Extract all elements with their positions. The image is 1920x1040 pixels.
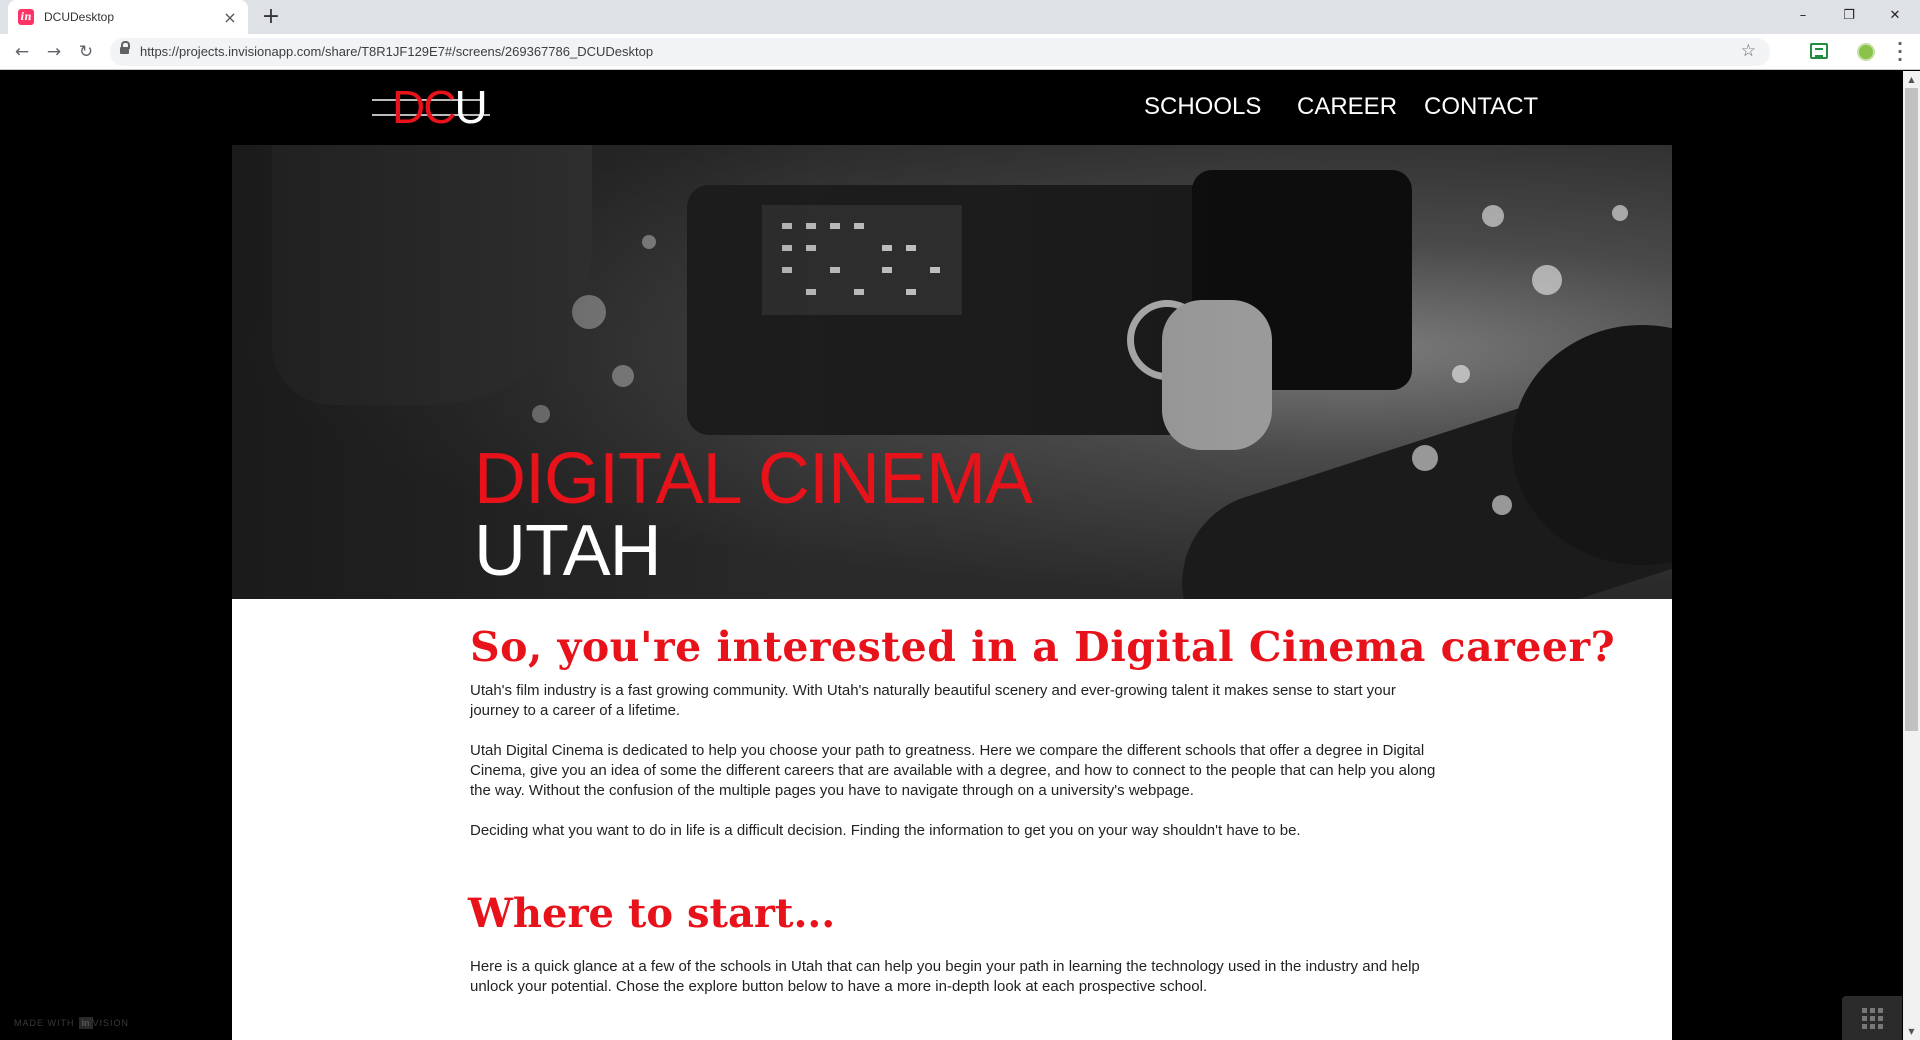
browser-toolbar: ← → ↻ https://projects.invisionapp.com/s… [0,34,1920,70]
scrollbar-thumb[interactable] [1905,88,1918,731]
lock-icon [120,41,130,56]
scroll-down-arrow-icon[interactable]: ▼ [1903,1023,1920,1040]
intro-paragraph: Utah Digital Cinema is dedicated to help… [470,742,1436,799]
tab-close-icon[interactable]: × [222,8,238,27]
tab-title: DCUDesktop [44,10,115,24]
close-window-icon[interactable]: ✕ [1872,0,1918,30]
screens-grid-icon[interactable] [1842,996,1902,1040]
nav-schools[interactable]: SCHOOLS [1144,93,1261,121]
new-tab-button[interactable]: + [258,4,284,30]
nav-career[interactable]: CAREER [1297,93,1397,121]
nav-contact[interactable]: CONTACT [1424,93,1538,121]
address-bar[interactable]: https://projects.invisionapp.com/share/T… [110,38,1770,66]
forward-arrow-icon[interactable]: → [42,40,66,64]
made-with-brand-suffix: VISION [92,1018,130,1028]
where-to-start-heading: Where to start... [468,890,836,937]
browser-tab-strip: in DCUDesktop × + – ❐ ✕ [0,0,1920,34]
logo-letter-d: D [392,81,425,133]
page-viewport: DCU SCHOOLS CAREER CONTACT DIGITAL CINEM… [0,71,1920,1040]
site-header: DCU SCHOOLS CAREER CONTACT [0,71,1903,144]
hero-title: DIGITAL CINEMA UTAH [474,439,1033,591]
hero-title-line1: DIGITAL CINEMA [474,439,1033,519]
scroll-up-arrow-icon[interactable]: ▲ [1903,71,1920,88]
invision-logo-icon: in [78,1017,93,1029]
page-scrollbar[interactable]: ▲ ▼ [1903,71,1920,1040]
url-text[interactable]: https://projects.invisionapp.com/share/T… [140,44,653,59]
intro-paragraph: Deciding what you want to do in life is … [470,822,1301,839]
dcu-logo[interactable]: DCU [372,84,502,130]
intro-heading: So, you're interested in a Digital Cinem… [470,623,1616,671]
logo-letter-u: U [454,81,487,133]
logo-letter-c: C [423,81,456,133]
restore-window-icon[interactable]: ❐ [1826,0,1872,30]
profile-icon[interactable] [1857,43,1875,61]
back-arrow-icon[interactable]: ← [10,40,34,64]
intro-paragraph: Utah's film industry is a fast growing c… [470,682,1396,719]
bookmark-star-icon[interactable]: ☆ [1741,41,1756,61]
logo-text: DCU [392,84,488,130]
hero-title-line2: UTAH [474,511,662,591]
invision-favicon-icon: in [18,9,34,25]
main-content: So, you're interested in a Digital Cinem… [232,599,1672,1040]
menu-icon[interactable]: · · · [1892,36,1908,68]
made-with-text: MADE WITH [14,1018,75,1028]
where-to-start-paragraph: Here is a quick glance at a few of the s… [470,958,1420,995]
minimize-window-icon[interactable]: – [1780,0,1826,30]
reload-icon[interactable]: ↻ [74,40,98,64]
extension-icon[interactable] [1810,43,1828,59]
browser-tab[interactable]: in DCUDesktop × [8,0,248,34]
hero-banner: DIGITAL CINEMA UTAH [232,145,1672,599]
made-with-invision-badge[interactable]: MADE WITH in VISION [14,1017,129,1029]
